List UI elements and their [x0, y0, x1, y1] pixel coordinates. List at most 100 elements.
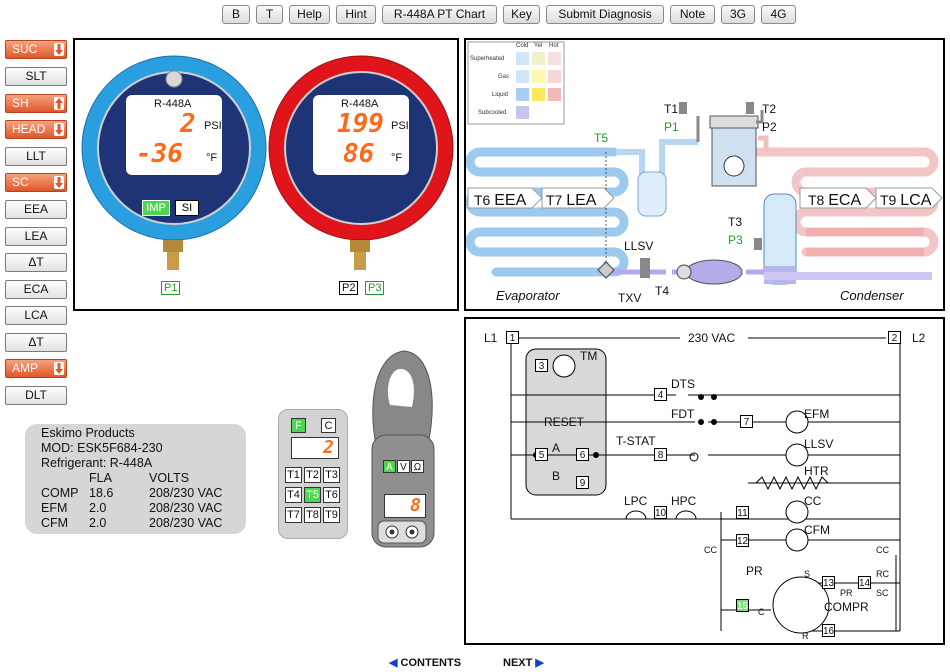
sidebar-button-deltat[interactable]: ΔT — [5, 333, 67, 352]
efm-label: EFM — [804, 407, 830, 421]
sidebar-button-suc[interactable]: SUC — [5, 40, 67, 59]
sensor-button-t4[interactable]: T4 — [285, 487, 302, 503]
sensor-button-t3[interactable]: T3 — [323, 467, 340, 483]
ohms-button[interactable]: Ω — [411, 460, 424, 473]
p2-label[interactable]: P2 — [762, 120, 777, 134]
lpc-label: LPC — [624, 494, 648, 508]
r-terminal-label: R — [802, 631, 809, 641]
equipment-info: Eskimo Products MOD: ESK5F684-230 Refrig… — [25, 424, 246, 534]
sidebar-button-llt[interactable]: LLT — [5, 147, 67, 166]
compr-label: COMPR — [824, 600, 869, 614]
terminal-1[interactable]: 1 — [506, 331, 519, 344]
terminal-13[interactable]: 13 — [822, 576, 835, 589]
contents-link[interactable]: ◀ CONTENTS — [389, 656, 461, 669]
sidebar-button-deltat[interactable]: ΔT — [5, 253, 67, 272]
voltage-label: 230 VAC — [688, 331, 736, 345]
reset-label[interactable]: RESET — [544, 415, 584, 429]
contents-text: CONTENTS — [400, 657, 462, 669]
note-button[interactable]: Note — [670, 5, 715, 24]
si-button[interactable]: SI — [175, 200, 199, 216]
sidebar-button-slt[interactable]: SLT — [5, 67, 67, 86]
t-button[interactable]: T — [256, 5, 283, 24]
sensor-button-t8[interactable]: T8 — [304, 507, 321, 523]
terminal-2[interactable]: 2 — [888, 331, 901, 344]
sidebar-button-sc[interactable]: SC — [5, 173, 67, 192]
sidebar-button-eea[interactable]: EEA — [5, 200, 67, 219]
4g-button[interactable]: 4G — [761, 5, 796, 24]
htr-label: HTR — [804, 464, 829, 478]
sidebar-button-eca[interactable]: ECA — [5, 280, 67, 299]
terminal-8[interactable]: 8 — [654, 448, 667, 461]
low-gauge-display: R-448A 2 PSI -36 °F — [126, 95, 222, 175]
tstat-label: T-STAT — [616, 434, 656, 448]
amps-button[interactable]: A — [383, 460, 396, 473]
key-button[interactable]: Key — [503, 5, 540, 24]
cfm-name: CFM — [41, 516, 69, 530]
t1-label[interactable]: T1 — [664, 102, 678, 116]
celsius-button[interactable]: C — [321, 418, 336, 433]
3g-button[interactable]: 3G — [721, 5, 755, 24]
t9-label[interactable]: T9 LCA — [880, 192, 931, 210]
terminal-9[interactable]: 9 — [576, 476, 589, 489]
sidebar-button-label: AMP — [12, 361, 39, 375]
port-p1-label[interactable]: P1 — [161, 281, 181, 295]
terminal-7[interactable]: 7 — [740, 415, 753, 428]
sidebar-button-dlt[interactable]: DLT — [5, 386, 67, 405]
t5-label[interactable]: T5 — [594, 131, 608, 145]
sidebar-button-head[interactable]: HEAD — [5, 120, 67, 139]
p1-label[interactable]: P1 — [664, 120, 679, 134]
imp-button[interactable]: IMP — [142, 200, 170, 216]
b-button[interactable]: B — [222, 5, 250, 24]
t6-label[interactable]: T6 EEA — [474, 192, 526, 210]
terminal-11[interactable]: 11 — [736, 506, 749, 519]
sidebar-button-lca[interactable]: LCA — [5, 306, 67, 325]
terminal-5[interactable]: 5 — [535, 448, 548, 461]
submit-diagnosis-button[interactable]: Submit Diagnosis — [546, 5, 664, 24]
t7-label[interactable]: T7 LEA — [546, 192, 596, 210]
sidebar-button-amp[interactable]: AMP — [5, 359, 67, 378]
port-p3-label[interactable]: P3 — [365, 281, 385, 295]
hint-button[interactable]: Hint — [336, 5, 376, 24]
low-temp-reading: -36 — [136, 139, 183, 169]
terminal-16[interactable]: 16 — [822, 624, 835, 637]
b-label: B — [552, 469, 561, 483]
rc-label: RC — [876, 569, 889, 579]
terminal-15[interactable]: 15 — [736, 599, 749, 612]
sensor-button-t5[interactable]: T5 — [304, 487, 321, 503]
sensor-button-t1[interactable]: T1 — [285, 467, 302, 483]
volts-button[interactable]: V — [397, 460, 410, 473]
sensor-button-t9[interactable]: T9 — [323, 507, 340, 523]
hpc-label: HPC — [671, 494, 697, 508]
l2-label: L2 — [912, 331, 926, 345]
t2-label[interactable]: T2 — [762, 102, 776, 116]
terminal-3[interactable]: 3 — [535, 359, 548, 372]
llsv-wiring-label: LLSV — [804, 437, 834, 451]
clamp-reading: 8 — [410, 495, 421, 516]
p3-label[interactable]: P3 — [728, 233, 743, 247]
sidebar-button-label: ΔT — [28, 335, 44, 349]
pt-chart-button[interactable]: R-448A PT Chart — [382, 5, 497, 24]
t8-label[interactable]: T8 ECA — [808, 192, 861, 210]
terminal-4[interactable]: 4 — [654, 388, 667, 401]
high-gauge-display: R-448A 199 PSI 86 °F — [313, 95, 409, 175]
help-button[interactable]: Help — [289, 5, 330, 24]
terminal-12[interactable]: 12 — [736, 534, 749, 547]
terminal-14[interactable]: 14 — [858, 576, 871, 589]
terminal-10[interactable]: 10 — [654, 506, 667, 519]
comp-fla: 18.6 — [89, 486, 114, 500]
l1-label: L1 — [484, 331, 498, 345]
port-p2-label[interactable]: P2 — [339, 281, 359, 295]
t4-label[interactable]: T4 — [655, 284, 669, 298]
terminal-6[interactable]: 6 — [576, 448, 589, 461]
sidebar-button-sh[interactable]: SH — [5, 94, 67, 113]
sidebar-button-lea[interactable]: LEA — [5, 227, 67, 246]
sensor-button-t7[interactable]: T7 — [285, 507, 302, 523]
sensor-button-t2[interactable]: T2 — [304, 467, 321, 483]
next-link[interactable]: NEXT ▶ — [503, 656, 544, 669]
fahrenheit-button[interactable]: F — [291, 418, 306, 433]
c-terminal-label: C — [758, 607, 765, 617]
low-pressure-reading: 2 — [180, 109, 196, 139]
t3-label[interactable]: T3 — [728, 215, 742, 229]
sensor-button-t6[interactable]: T6 — [323, 487, 340, 503]
high-temp-reading: 86 — [343, 139, 375, 169]
